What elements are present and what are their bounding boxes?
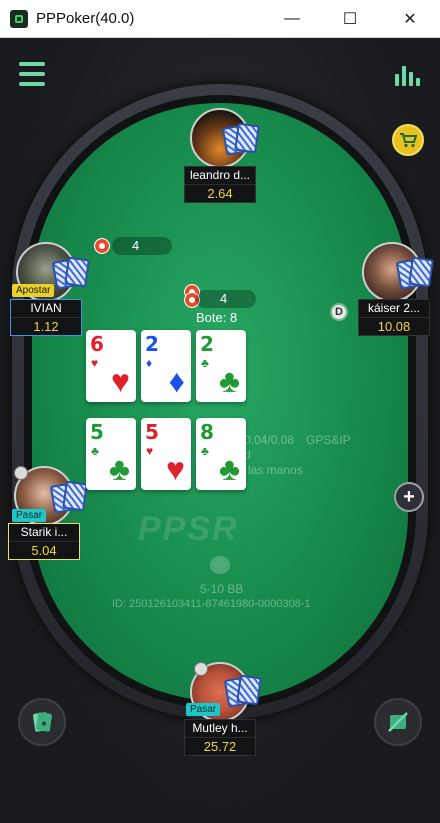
minimize-button[interactable]: — [272, 6, 312, 32]
shopping-cart-icon[interactable] [392, 124, 424, 156]
card-suit-small: ♣ [201, 444, 209, 458]
close-button[interactable]: ✕ [390, 6, 430, 32]
player-name: Starik i... [20, 525, 68, 539]
player-name: IVIAN [30, 301, 62, 315]
bb-text: 5-10 BB [200, 582, 244, 596]
card-suit-large: ♣ [219, 451, 240, 487]
player-stack: 1.12 [11, 317, 81, 335]
action-badge-starik: Pasar [12, 509, 47, 522]
ppsr-watermark: PPSR [138, 510, 239, 548]
community-card: 8 ♣ ♣ [196, 418, 246, 490]
card-suit-large: ♥ [111, 363, 130, 399]
hands-text: las manos [248, 463, 303, 477]
player-plate-kaiser[interactable]: káiser 2... 10.08 [358, 299, 430, 336]
action-badge-ivian: Apostar [12, 284, 55, 297]
community-card: 5 ♥ ♥ [141, 418, 191, 490]
player-name: Mutley h... [192, 721, 248, 735]
card-suit-small: ♥ [146, 444, 154, 458]
hole-cards-starik [49, 480, 88, 514]
community-card: 5 ♣ ♣ [86, 418, 136, 490]
maximize-button[interactable]: ☐ [330, 6, 370, 32]
chip-icon [94, 238, 110, 254]
card-rank: 8 [200, 420, 214, 444]
card-rank: 5 [90, 420, 104, 444]
player-stack: 10.08 [359, 317, 429, 335]
pot-total: Bote: 8 [196, 310, 238, 325]
player-name: káiser 2... [367, 301, 421, 315]
card-suit-large: ♣ [219, 363, 240, 399]
hole-cards-leandro [221, 122, 260, 156]
player-plate-leandro[interactable]: leandro d... 2.64 [184, 166, 256, 203]
community-card: 2 ♦ ♦ [141, 330, 191, 402]
hole-cards-kaiser [395, 256, 434, 290]
player-name: leandro d... [189, 168, 251, 182]
community-card: 2 ♣ ♣ [196, 330, 246, 402]
hand-id-text: ID: 250126103411-87461980-0000308-1 [112, 598, 311, 610]
card-rank: 2 [200, 332, 214, 356]
card-rank: 6 [90, 332, 104, 356]
card-rank: 5 [145, 420, 159, 444]
bomb-icon [210, 556, 230, 574]
hole-cards-mutley [223, 674, 262, 708]
window-titlebar: PPPoker(40.0) — ☐ ✕ [0, 0, 440, 38]
player-stack: 2.64 [185, 184, 255, 202]
card-suit-small: ♣ [201, 356, 209, 370]
hide-cards-icon[interactable] [374, 698, 422, 746]
dealer-button: D [330, 303, 348, 321]
svg-text:♠: ♠ [42, 718, 47, 728]
app-icon [10, 10, 28, 28]
action-badge-mutley: Pasar [186, 703, 221, 716]
gps-ip-text: GPS&IP [306, 433, 351, 447]
card-suit-small: ♦ [146, 356, 153, 370]
card-hand-icon[interactable]: ♠ [18, 698, 66, 746]
card-suit-small: ♥ [91, 356, 99, 370]
window-title: PPPoker(40.0) [36, 10, 135, 27]
v-badge-icon [14, 466, 28, 480]
hole-cards-ivian [51, 256, 90, 290]
player-plate-ivian[interactable]: IVIAN 1.12 [10, 299, 82, 336]
player-stack: 5.04 [9, 541, 79, 559]
v-badge-icon [194, 662, 208, 676]
add-button[interactable]: + [394, 482, 424, 512]
card-rank: 2 [145, 332, 159, 356]
card-suit-large: ♣ [109, 451, 130, 487]
card-suit-large: ♥ [166, 451, 185, 487]
player-stack: 25.72 [185, 737, 255, 755]
card-suit-large: ♦ [168, 363, 185, 399]
pot-bet-amount: 4 [196, 290, 256, 308]
hamburger-icon[interactable] [18, 62, 46, 86]
community-card: 6 ♥ ♥ [86, 330, 136, 402]
player-plate-mutley[interactable]: Mutley h... 25.72 [184, 719, 256, 756]
blinds-text: 0.04/0.08 [244, 433, 295, 447]
player-plate-starik[interactable]: Starik i... 5.04 [8, 523, 80, 560]
bet-amount-ivian: 4 [112, 237, 172, 255]
bar-chart-icon[interactable] [394, 60, 420, 86]
card-suit-small: ♣ [91, 444, 99, 458]
